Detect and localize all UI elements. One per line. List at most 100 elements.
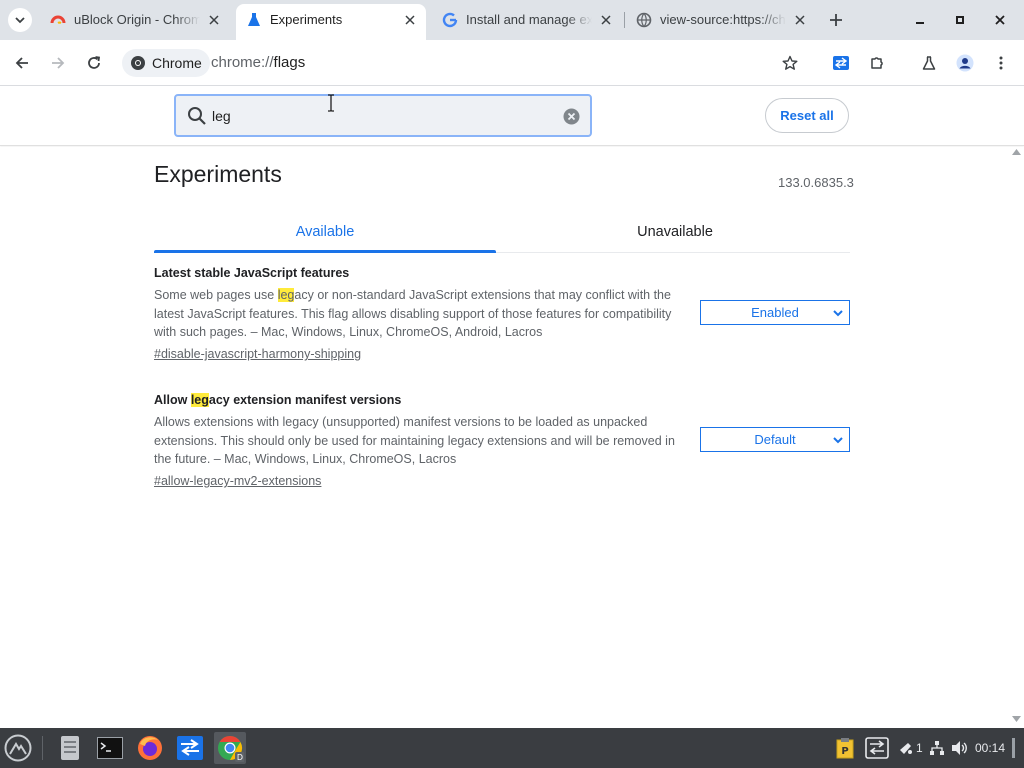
puzzle-icon [871,57,883,69]
taskbar: D P 1 00:14 [0,728,1024,768]
omnibox[interactable]: Chrome chrome://flags [120,46,810,80]
taskbar-chrome[interactable]: D [214,732,246,764]
svg-text:D: D [237,753,243,762]
show-desktop-button[interactable] [1012,738,1015,758]
back-button[interactable] [8,49,36,77]
close-icon[interactable] [206,12,222,28]
page-title: Experiments [154,161,282,187]
notification-count: 1 [916,741,923,755]
flag-item: Allow legacy extension manifest versions… [154,392,854,490]
avatar-icon [956,54,974,72]
flag-description: Allows extensions with legacy (unsupport… [154,413,684,469]
close-window-button[interactable] [988,8,1012,32]
profile-button[interactable] [951,49,979,77]
taskbar-clock[interactable]: 00:14 [975,741,1005,755]
labs-button[interactable] [915,49,943,77]
launcher-button[interactable] [2,732,34,764]
tab-available[interactable]: Available [154,211,496,253]
scroll-down-arrow-icon[interactable] [1012,716,1021,722]
taskbar-terminal[interactable] [94,732,126,764]
forward-button[interactable] [44,49,72,77]
taskbar-file-manager[interactable] [54,732,86,764]
minimize-button[interactable] [908,8,932,32]
flag-permalink[interactable]: #disable-javascript-harmony-shipping [154,346,361,362]
close-icon[interactable] [598,12,614,28]
flag-state-select[interactable]: Default [700,427,850,452]
site-info-chip[interactable]: Chrome [122,49,210,77]
arrow-right-icon [52,57,65,69]
google-icon [442,12,458,28]
tab-search-button[interactable] [8,8,32,32]
remote-desktop-icon [865,737,889,759]
search-icon [187,106,207,126]
network-icon [930,741,944,755]
chrome-icon: D [218,736,244,762]
flag-name: Allow legacy extension manifest versions [154,392,854,408]
text-cursor-icon [328,94,334,112]
tray-network[interactable] [929,737,945,759]
star-icon [782,55,798,70]
search-match-highlight: leg [190,393,209,407]
url-text: chrome://flags [211,54,305,71]
flags-content: Experiments 133.0.6835.3 Available Unava… [0,147,1024,728]
close-icon[interactable] [792,12,808,28]
tab-separator [624,12,625,28]
close-icon[interactable] [402,12,418,28]
tray-notifications[interactable]: 1 [898,737,923,759]
minimize-icon [916,22,924,24]
description-text: Some web pages use [154,288,278,302]
active-tab-indicator [154,250,496,253]
flask-icon [922,56,936,70]
flag-name: Latest stable JavaScript features [154,265,854,281]
page-scrollbar[interactable] [1009,147,1024,728]
firefox-icon [138,736,162,760]
notification-icon [900,743,912,754]
tray-volume[interactable] [951,737,969,759]
select-value: Enabled [751,305,799,320]
launcher-icon [4,734,32,762]
flag-state-select[interactable]: Enabled [700,300,850,325]
flags-header: Reset all [0,86,1024,146]
tray-clipboard[interactable]: P [836,737,854,759]
bookmark-button[interactable] [776,49,804,77]
flag-description: Some web pages use legacy or non-standar… [154,286,684,342]
reload-button[interactable] [80,49,108,77]
arrow-left-icon [15,57,28,69]
remote-desktop-extension-button[interactable] [827,49,855,77]
clear-search-icon[interactable] [563,108,580,125]
tab-strip: uBlock Origin - Chrome Web Store Experim… [0,0,1024,40]
reset-all-button[interactable]: Reset all [765,98,849,133]
flag-permalink[interactable]: #allow-legacy-mv2-extensions [154,473,321,489]
tab-label: Unavailable [637,224,713,240]
search-input[interactable] [212,106,552,126]
remote-desktop-icon [177,736,203,760]
tray-remote-desktop[interactable] [865,737,889,759]
taskbar-remote-desktop[interactable] [174,732,206,764]
tab-label: Available [295,224,355,240]
kebab-menu-icon [999,56,1003,70]
chrome-icon [131,56,145,70]
tab-title: Experiments [270,12,343,27]
flag-item: Latest stable JavaScript features Some w… [154,265,854,363]
tab-unavailable[interactable]: Unavailable [504,211,846,253]
chevron-down-icon [833,310,843,317]
chrome-web-store-icon [50,12,66,28]
scroll-up-arrow-icon[interactable] [1012,149,1021,155]
file-manager-icon [61,736,79,760]
tab-view-source[interactable]: view-source:https://chrome.google.com [626,4,816,36]
terminal-icon [97,737,123,759]
tab-ublock[interactable]: uBlock Origin - Chrome Web Store [40,4,230,36]
version-label: 133.0.6835.3 [778,175,854,190]
taskbar-firefox[interactable] [134,732,166,764]
tab-install-extensions[interactable]: Install and manage extensions [432,4,622,36]
extensions-button[interactable] [863,49,891,77]
search-match-highlight: leg [277,288,295,302]
close-icon [995,15,1005,25]
new-tab-button[interactable] [824,8,848,32]
tab-experiments[interactable]: Experiments [236,4,426,40]
menu-button[interactable] [987,49,1015,77]
globe-icon [636,12,652,28]
description-text: Allows extensions with legacy (unsupport… [154,415,675,467]
url-scheme: chrome:// [211,54,274,71]
maximize-button[interactable] [948,8,972,32]
